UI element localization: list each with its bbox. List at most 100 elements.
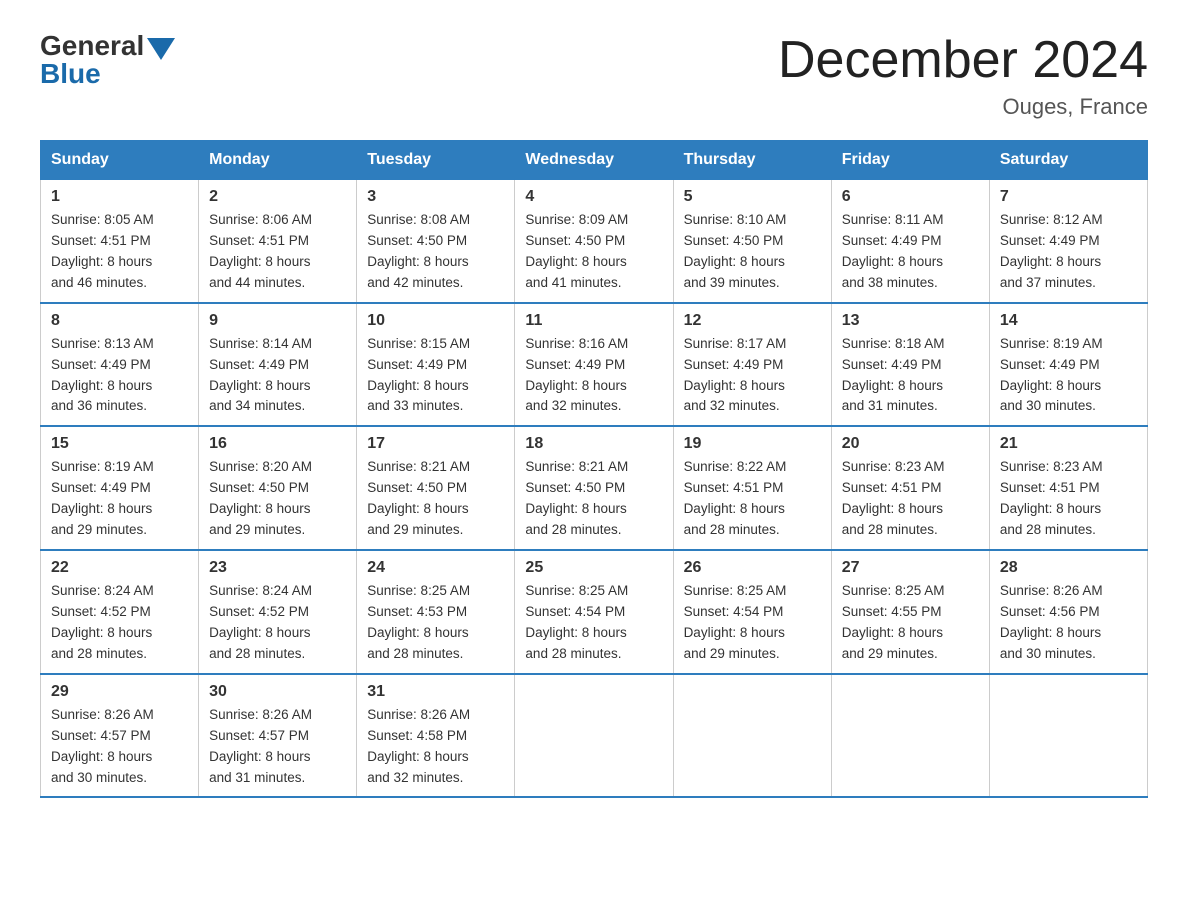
calendar-cell: 17 Sunrise: 8:21 AMSunset: 4:50 PMDayligh…: [357, 426, 515, 550]
logo: General Blue: [40, 30, 175, 90]
calendar-cell: 12 Sunrise: 8:17 AMSunset: 4:49 PMDayligh…: [673, 303, 831, 427]
day-number: 31: [367, 683, 504, 701]
calendar-cell: 7 Sunrise: 8:12 AMSunset: 4:49 PMDaylight…: [989, 180, 1147, 303]
day-number: 14: [1000, 312, 1137, 330]
calendar-cell: 16 Sunrise: 8:20 AMSunset: 4:50 PMDayligh…: [199, 426, 357, 550]
day-number: 23: [209, 559, 346, 577]
day-number: 15: [51, 435, 188, 453]
day-number: 30: [209, 683, 346, 701]
col-header-tuesday: Tuesday: [357, 141, 515, 180]
month-title: December 2024: [778, 30, 1148, 90]
calendar-week-row: 1 Sunrise: 8:05 AMSunset: 4:51 PMDaylight…: [41, 180, 1148, 303]
calendar-cell: 28 Sunrise: 8:26 AMSunset: 4:56 PMDayligh…: [989, 550, 1147, 674]
col-header-saturday: Saturday: [989, 141, 1147, 180]
calendar-cell: 24 Sunrise: 8:25 AMSunset: 4:53 PMDayligh…: [357, 550, 515, 674]
calendar-cell: 31 Sunrise: 8:26 AMSunset: 4:58 PMDayligh…: [357, 674, 515, 798]
day-number: 11: [525, 312, 662, 330]
calendar-cell: 14Sunrise: 8:19 AMSunset: 4:49 PMDayligh…: [989, 303, 1147, 427]
calendar-cell: 20Sunrise: 8:23 AMSunset: 4:51 PMDayligh…: [831, 426, 989, 550]
day-number: 7: [1000, 188, 1137, 206]
day-number: 13: [842, 312, 979, 330]
day-info: Sunrise: 8:08 AMSunset: 4:50 PMDaylight:…: [367, 210, 504, 294]
location-label: Ouges, France: [778, 94, 1148, 120]
day-info: Sunrise: 8:11 AMSunset: 4:49 PMDaylight:…: [842, 210, 979, 294]
calendar-cell: 10 Sunrise: 8:15 AMSunset: 4:49 PMDayligh…: [357, 303, 515, 427]
calendar-cell: 22Sunrise: 8:24 AMSunset: 4:52 PMDayligh…: [41, 550, 199, 674]
day-info: Sunrise: 8:13 AMSunset: 4:49 PMDaylight:…: [51, 334, 188, 418]
day-number: 10: [367, 312, 504, 330]
col-header-monday: Monday: [199, 141, 357, 180]
calendar-week-row: 29 Sunrise: 8:26 AMSunset: 4:57 PMDayligh…: [41, 674, 1148, 798]
calendar-cell: 15 Sunrise: 8:19 AMSunset: 4:49 PMDayligh…: [41, 426, 199, 550]
day-info: Sunrise: 8:17 AMSunset: 4:49 PMDaylight:…: [684, 334, 821, 418]
col-header-wednesday: Wednesday: [515, 141, 673, 180]
day-number: 27: [842, 559, 979, 577]
day-info: Sunrise: 8:10 AMSunset: 4:50 PMDaylight:…: [684, 210, 821, 294]
calendar-cell: 25Sunrise: 8:25 AMSunset: 4:54 PMDayligh…: [515, 550, 673, 674]
calendar-cell: 3Sunrise: 8:08 AMSunset: 4:50 PMDaylight…: [357, 180, 515, 303]
day-info: Sunrise: 8:12 AMSunset: 4:49 PMDaylight:…: [1000, 210, 1137, 294]
calendar-cell: [515, 674, 673, 798]
calendar-cell: 18Sunrise: 8:21 AMSunset: 4:50 PMDayligh…: [515, 426, 673, 550]
day-info: Sunrise: 8:23 AMSunset: 4:51 PMDaylight:…: [842, 457, 979, 541]
calendar-week-row: 8Sunrise: 8:13 AMSunset: 4:49 PMDaylight…: [41, 303, 1148, 427]
day-number: 17: [367, 435, 504, 453]
calendar-cell: 13 Sunrise: 8:18 AMSunset: 4:49 PMDayligh…: [831, 303, 989, 427]
col-header-sunday: Sunday: [41, 141, 199, 180]
calendar-cell: 8Sunrise: 8:13 AMSunset: 4:49 PMDaylight…: [41, 303, 199, 427]
calendar-cell: [831, 674, 989, 798]
day-number: 24: [367, 559, 504, 577]
day-info: Sunrise: 8:21 AMSunset: 4:50 PMDaylight:…: [367, 457, 504, 541]
calendar-cell: [673, 674, 831, 798]
day-info: Sunrise: 8:14 AMSunset: 4:49 PMDaylight:…: [209, 334, 346, 418]
day-info: Sunrise: 8:15 AMSunset: 4:49 PMDaylight:…: [367, 334, 504, 418]
day-number: 29: [51, 683, 188, 701]
day-info: Sunrise: 8:25 AMSunset: 4:53 PMDaylight:…: [367, 581, 504, 665]
calendar-cell: 9 Sunrise: 8:14 AMSunset: 4:49 PMDaylight…: [199, 303, 357, 427]
col-header-thursday: Thursday: [673, 141, 831, 180]
calendar-table: SundayMondayTuesdayWednesdayThursdayFrid…: [40, 140, 1148, 798]
day-info: Sunrise: 8:16 AMSunset: 4:49 PMDaylight:…: [525, 334, 662, 418]
calendar-cell: 30 Sunrise: 8:26 AMSunset: 4:57 PMDayligh…: [199, 674, 357, 798]
calendar-cell: 19Sunrise: 8:22 AMSunset: 4:51 PMDayligh…: [673, 426, 831, 550]
day-info: Sunrise: 8:21 AMSunset: 4:50 PMDaylight:…: [525, 457, 662, 541]
day-number: 6: [842, 188, 979, 206]
calendar-cell: 26Sunrise: 8:25 AMSunset: 4:54 PMDayligh…: [673, 550, 831, 674]
day-info: Sunrise: 8:18 AMSunset: 4:49 PMDaylight:…: [842, 334, 979, 418]
day-number: 2: [209, 188, 346, 206]
day-info: Sunrise: 8:25 AMSunset: 4:55 PMDaylight:…: [842, 581, 979, 665]
day-number: 28: [1000, 559, 1137, 577]
calendar-cell: 2 Sunrise: 8:06 AMSunset: 4:51 PMDaylight…: [199, 180, 357, 303]
day-info: Sunrise: 8:25 AMSunset: 4:54 PMDaylight:…: [684, 581, 821, 665]
title-area: December 2024 Ouges, France: [778, 30, 1148, 120]
day-number: 12: [684, 312, 821, 330]
day-number: 9: [209, 312, 346, 330]
day-info: Sunrise: 8:26 AMSunset: 4:58 PMDaylight:…: [367, 705, 504, 789]
logo-blue-text: Blue: [40, 58, 175, 90]
day-info: Sunrise: 8:05 AMSunset: 4:51 PMDaylight:…: [51, 210, 188, 294]
day-info: Sunrise: 8:19 AMSunset: 4:49 PMDaylight:…: [51, 457, 188, 541]
calendar-cell: 11 Sunrise: 8:16 AMSunset: 4:49 PMDayligh…: [515, 303, 673, 427]
day-info: Sunrise: 8:24 AMSunset: 4:52 PMDaylight:…: [209, 581, 346, 665]
day-info: Sunrise: 8:06 AMSunset: 4:51 PMDaylight:…: [209, 210, 346, 294]
calendar-cell: 23 Sunrise: 8:24 AMSunset: 4:52 PMDayligh…: [199, 550, 357, 674]
day-info: Sunrise: 8:26 AMSunset: 4:56 PMDaylight:…: [1000, 581, 1137, 665]
day-number: 22: [51, 559, 188, 577]
calendar-week-row: 15 Sunrise: 8:19 AMSunset: 4:49 PMDayligh…: [41, 426, 1148, 550]
day-number: 1: [51, 188, 188, 206]
day-number: 4: [525, 188, 662, 206]
day-info: Sunrise: 8:09 AMSunset: 4:50 PMDaylight:…: [525, 210, 662, 294]
day-info: Sunrise: 8:26 AMSunset: 4:57 PMDaylight:…: [209, 705, 346, 789]
calendar-cell: 1 Sunrise: 8:05 AMSunset: 4:51 PMDaylight…: [41, 180, 199, 303]
calendar-header-row: SundayMondayTuesdayWednesdayThursdayFrid…: [41, 141, 1148, 180]
calendar-cell: 29Sunrise: 8:26 AMSunset: 4:57 PMDayligh…: [41, 674, 199, 798]
calendar-cell: [989, 674, 1147, 798]
calendar-cell: 6 Sunrise: 8:11 AMSunset: 4:49 PMDaylight…: [831, 180, 989, 303]
day-info: Sunrise: 8:22 AMSunset: 4:51 PMDaylight:…: [684, 457, 821, 541]
calendar-cell: 4 Sunrise: 8:09 AMSunset: 4:50 PMDaylight…: [515, 180, 673, 303]
day-number: 5: [684, 188, 821, 206]
day-number: 16: [209, 435, 346, 453]
day-info: Sunrise: 8:20 AMSunset: 4:50 PMDaylight:…: [209, 457, 346, 541]
logo-triangle-icon: [147, 38, 175, 60]
day-info: Sunrise: 8:25 AMSunset: 4:54 PMDaylight:…: [525, 581, 662, 665]
